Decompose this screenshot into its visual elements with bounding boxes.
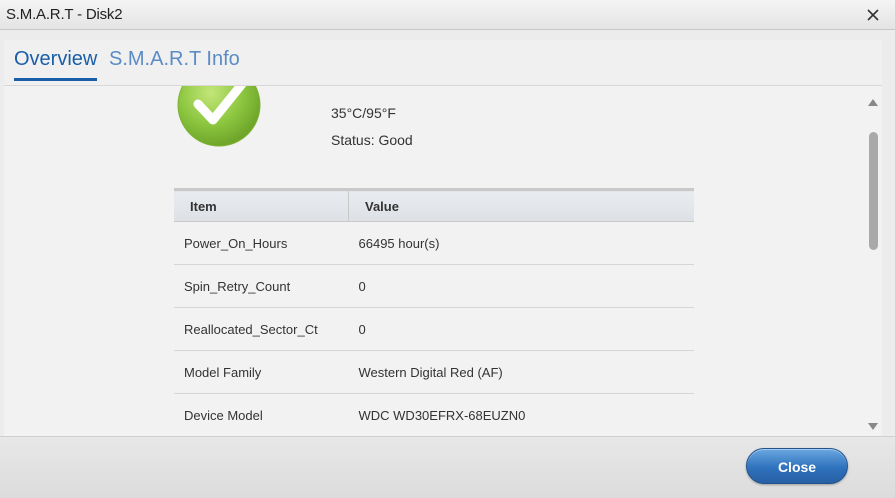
cell-item: Spin_Retry_Count — [174, 264, 349, 308]
cell-item: Power_On_Hours — [174, 221, 349, 265]
scroll-up-icon[interactable] — [868, 99, 878, 106]
dialog-footer: Close — [0, 436, 895, 498]
check-icon — [176, 86, 262, 148]
table-row: Reallocated_Sector_Ct 0 — [174, 307, 694, 351]
table-row: Power_On_Hours 66495 hour(s) — [174, 221, 694, 265]
cell-value: Western Digital Red (AF) — [348, 350, 694, 394]
cell-value: 0 — [348, 264, 694, 308]
title-bar: S.M.A.R.T - Disk2 — [0, 0, 895, 30]
vertical-scrollbar[interactable] — [866, 95, 880, 435]
scroll-down-icon[interactable] — [868, 423, 878, 430]
overview-panel: 35°C/95°F Status: Good Item Value Power_… — [4, 86, 882, 436]
scrollbar-thumb[interactable] — [869, 132, 878, 250]
smart-table: Item Value Power_On_Hours 66495 hour(s) … — [174, 188, 694, 436]
column-header-value[interactable]: Value — [348, 188, 694, 222]
window-title: S.M.A.R.T - Disk2 — [6, 6, 123, 23]
cell-value: 0 — [348, 307, 694, 351]
close-button[interactable]: Close — [746, 448, 848, 484]
table-row: Spin_Retry_Count 0 — [174, 264, 694, 308]
table-header-row: Item Value — [174, 188, 694, 222]
status-text: Status: Good — [331, 132, 413, 148]
cell-item: Reallocated_Sector_Ct — [174, 307, 349, 351]
cell-item: Device Model — [174, 393, 349, 436]
close-icon[interactable] — [865, 7, 881, 23]
cell-value: WDC WD30EFRX-68EUZN0 — [348, 393, 694, 436]
tab-smart-info[interactable]: S.M.A.R.T Info — [109, 48, 240, 78]
cell-value: 66495 hour(s) — [348, 221, 694, 265]
cell-item: Model Family — [174, 350, 349, 394]
tab-bar: Overview S.M.A.R.T Info — [4, 40, 882, 86]
tab-overview[interactable]: Overview — [14, 48, 98, 81]
temperature-value: 35°C/95°F — [331, 105, 396, 121]
column-header-item[interactable]: Item — [174, 188, 349, 222]
table-row: Model Family Western Digital Red (AF) — [174, 350, 694, 394]
table-row: Device Model WDC WD30EFRX-68EUZN0 — [174, 393, 694, 436]
